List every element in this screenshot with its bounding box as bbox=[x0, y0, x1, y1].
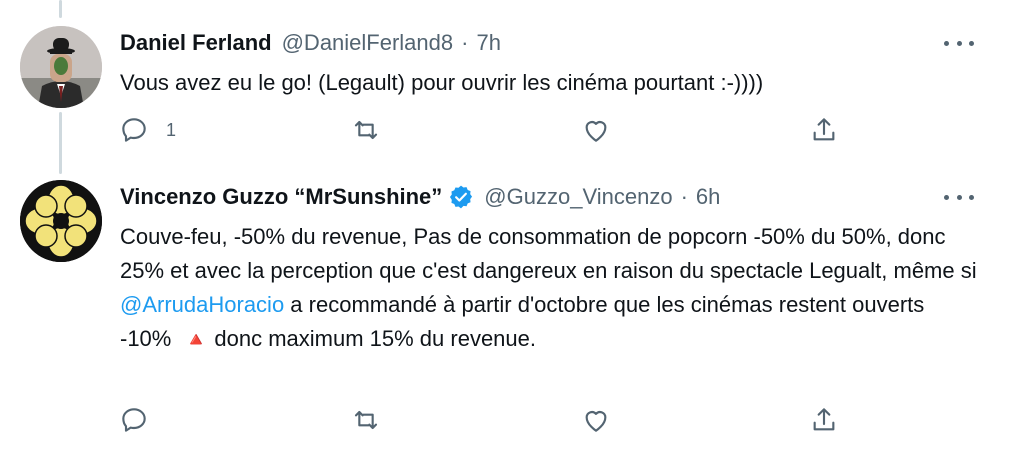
share-icon bbox=[813, 118, 835, 141]
timestamp[interactable]: 7h bbox=[476, 30, 500, 56]
separator-dot: · bbox=[461, 30, 469, 55]
avatar-daniel-ferland[interactable] bbox=[20, 26, 102, 108]
share-icon bbox=[813, 408, 835, 431]
retweet-button[interactable] bbox=[350, 404, 382, 436]
retweet-icon bbox=[354, 410, 378, 430]
reply-button[interactable] bbox=[118, 404, 150, 436]
share-button[interactable] bbox=[808, 114, 840, 146]
timestamp[interactable]: 6h bbox=[696, 184, 720, 210]
avatar-vincenzo-guzzo[interactable] bbox=[20, 180, 102, 262]
tweet-text-part: donc maximum 15% du revenue. bbox=[214, 326, 537, 351]
separator-dot: · bbox=[680, 184, 688, 209]
verified-badge-icon bbox=[450, 185, 473, 209]
more-icon[interactable] bbox=[944, 36, 974, 50]
like-button[interactable] bbox=[580, 114, 612, 146]
reply-icon bbox=[122, 118, 146, 142]
action-bar: 1 bbox=[118, 114, 858, 148]
red-triangle-emoji: 🔺 bbox=[183, 329, 209, 351]
tweet-text-part: Couve-feu, -50% du revenue, Pas de conso… bbox=[120, 224, 977, 283]
like-icon bbox=[585, 121, 607, 142]
share-button[interactable] bbox=[808, 404, 840, 436]
tweet-header: Vincenzo Guzzo “MrSunshine” @Guzzo_Vince… bbox=[120, 184, 720, 210]
retweet-button[interactable] bbox=[350, 114, 382, 146]
tweet-text: Vous avez eu le go! (Legault) pour ouvri… bbox=[120, 70, 764, 95]
more-icon[interactable] bbox=[944, 190, 974, 204]
reply-button[interactable]: 1 bbox=[118, 114, 176, 146]
tweet-daniel-ferland[interactable]: Daniel Ferland @DanielFerland8 · 7h Vous… bbox=[0, 0, 1014, 176]
tweet-header: Daniel Ferland @DanielFerland8 · 7h bbox=[120, 30, 501, 56]
reply-count: 1 bbox=[166, 119, 177, 140]
reply-icon bbox=[122, 408, 146, 432]
like-icon bbox=[585, 411, 607, 432]
author-handle[interactable]: @Guzzo_Vincenzo bbox=[484, 184, 672, 210]
author-handle[interactable]: @DanielFerland8 bbox=[282, 30, 454, 56]
action-bar bbox=[118, 404, 858, 438]
mention-link[interactable]: @ArrudaHoracio bbox=[120, 292, 284, 317]
like-button[interactable] bbox=[580, 404, 612, 436]
author-name[interactable]: Daniel Ferland bbox=[120, 30, 272, 56]
retweet-icon bbox=[354, 120, 378, 140]
author-name[interactable]: Vincenzo Guzzo “MrSunshine” bbox=[120, 184, 442, 210]
tweet-text: Couve-feu, -50% du revenue, Pas de conso… bbox=[120, 220, 980, 357]
tweet-vincenzo-guzzo[interactable]: Vincenzo Guzzo “MrSunshine” @Guzzo_Vince… bbox=[0, 176, 1014, 474]
